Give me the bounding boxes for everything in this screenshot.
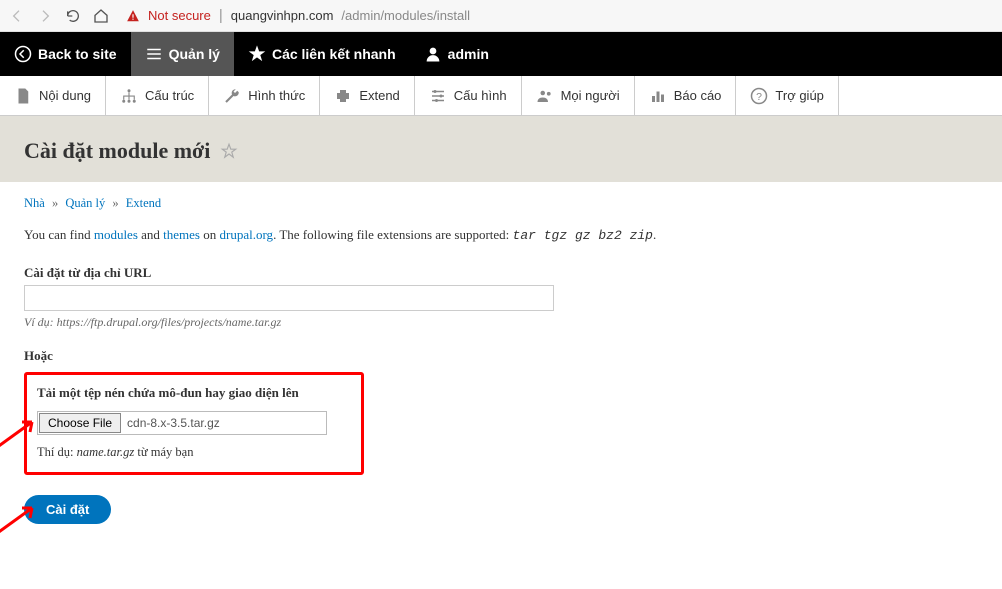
nav-help-label: Trợ giúp [775, 88, 824, 103]
user-account-link[interactable]: admin [410, 32, 503, 76]
nav-content-label: Nội dung [39, 88, 91, 103]
upload-field-label: Tải một tệp nén chứa mô-đun hay giao diệ… [37, 385, 351, 401]
browser-back-icon[interactable] [8, 7, 26, 25]
nav-config[interactable]: Cấu hình [415, 76, 522, 115]
upload-example: Thí dụ: name.tar.gz từ máy bạn [37, 445, 351, 460]
url-field-label: Cài đặt từ địa chỉ URL [24, 265, 978, 281]
favorite-star-icon[interactable] [220, 142, 238, 160]
star-icon [248, 45, 266, 63]
selected-file-name: cdn-8.x-3.5.tar.gz [121, 412, 226, 434]
nav-structure[interactable]: Cấu trúc [106, 76, 209, 115]
url-input[interactable] [24, 285, 554, 311]
structure-icon [120, 87, 138, 105]
wrench-icon [223, 87, 241, 105]
person-icon [424, 45, 442, 63]
nav-content[interactable]: Nội dung [0, 76, 106, 115]
breadcrumb-sep: » [48, 196, 62, 210]
nav-structure-label: Cấu trúc [145, 88, 194, 103]
sliders-icon [429, 87, 447, 105]
breadcrumb-manage[interactable]: Quản lý [65, 196, 105, 210]
page-title: Cài đặt module mới [24, 138, 210, 164]
url-path: /admin/modules/install [341, 8, 470, 23]
url-host: quangvinhpn.com [231, 8, 334, 23]
nav-reports-label: Báo cáo [674, 88, 722, 103]
shortcuts-link[interactable]: Các liên kết nhanh [234, 32, 410, 76]
url-field-example: Ví dụ: https://ftp.drupal.org/files/proj… [24, 315, 978, 330]
upload-field-highlighted: Tải một tệp nén chứa mô-đun hay giao diệ… [24, 372, 364, 475]
breadcrumb-sep: » [108, 196, 122, 210]
browser-omnibox[interactable]: Not secure | quangvinhpn.com/admin/modul… [120, 7, 994, 24]
nav-config-label: Cấu hình [454, 88, 507, 103]
hamburger-icon [145, 45, 163, 63]
url-divider: | [219, 7, 223, 24]
themes-link[interactable]: themes [163, 227, 200, 242]
drupal-org-link[interactable]: drupal.org [220, 227, 274, 242]
breadcrumb: Nhà » Quản lý » Extend [24, 196, 978, 211]
nav-people[interactable]: Mọi người [522, 76, 635, 115]
nav-reports[interactable]: Báo cáo [635, 76, 737, 115]
user-name-label: admin [448, 46, 489, 62]
modules-link[interactable]: modules [94, 227, 138, 242]
admin-secondary-nav: Nội dung Cấu trúc Hình thức Extend Cấu h… [0, 76, 1002, 116]
warning-icon [126, 9, 140, 23]
intro-text: You can find modules and themes on drupa… [24, 225, 978, 247]
back-arrow-circle-icon [14, 45, 32, 63]
question-icon: ? [750, 87, 768, 105]
page-header: Cài đặt module mới [0, 116, 1002, 182]
browser-forward-icon[interactable] [36, 7, 54, 25]
nav-extend-label: Extend [359, 88, 399, 103]
admin-topbar: Back to site Quản lý Các liên kết nhanh … [0, 32, 1002, 76]
content-region: Nhà » Quản lý » Extend You can find modu… [0, 182, 1002, 564]
bar-chart-icon [649, 87, 667, 105]
nav-appearance[interactable]: Hình thức [209, 76, 320, 115]
not-secure-label: Not secure [148, 8, 211, 23]
puzzle-icon [334, 87, 352, 105]
choose-file-button[interactable]: Choose File [39, 413, 121, 433]
browser-home-icon[interactable] [92, 7, 110, 25]
back-to-site-link[interactable]: Back to site [0, 32, 131, 76]
nav-people-label: Mọi người [561, 88, 620, 103]
file-input-wrapper[interactable]: Choose File cdn-8.x-3.5.tar.gz [37, 411, 327, 435]
svg-text:?: ? [756, 90, 762, 102]
browser-chrome: Not secure | quangvinhpn.com/admin/modul… [0, 0, 1002, 32]
back-to-site-label: Back to site [38, 46, 117, 62]
manage-toggle[interactable]: Quản lý [131, 32, 234, 76]
nav-help[interactable]: ? Trợ giúp [736, 76, 839, 115]
breadcrumb-home[interactable]: Nhà [24, 196, 45, 210]
document-icon [14, 87, 32, 105]
install-button[interactable]: Cài đặt [24, 495, 111, 524]
nav-extend[interactable]: Extend [320, 76, 414, 115]
breadcrumb-extend[interactable]: Extend [126, 196, 161, 210]
nav-appearance-label: Hình thức [248, 88, 305, 103]
supported-extensions: tar tgz gz bz2 zip [513, 228, 653, 243]
browser-reload-icon[interactable] [64, 7, 82, 25]
manage-label: Quản lý [169, 46, 220, 62]
people-icon [536, 87, 554, 105]
shortcuts-label: Các liên kết nhanh [272, 46, 396, 62]
url-install-field: Cài đặt từ địa chỉ URL Ví dụ: https://ft… [24, 265, 978, 330]
separator-or: Hoặc [24, 348, 978, 364]
